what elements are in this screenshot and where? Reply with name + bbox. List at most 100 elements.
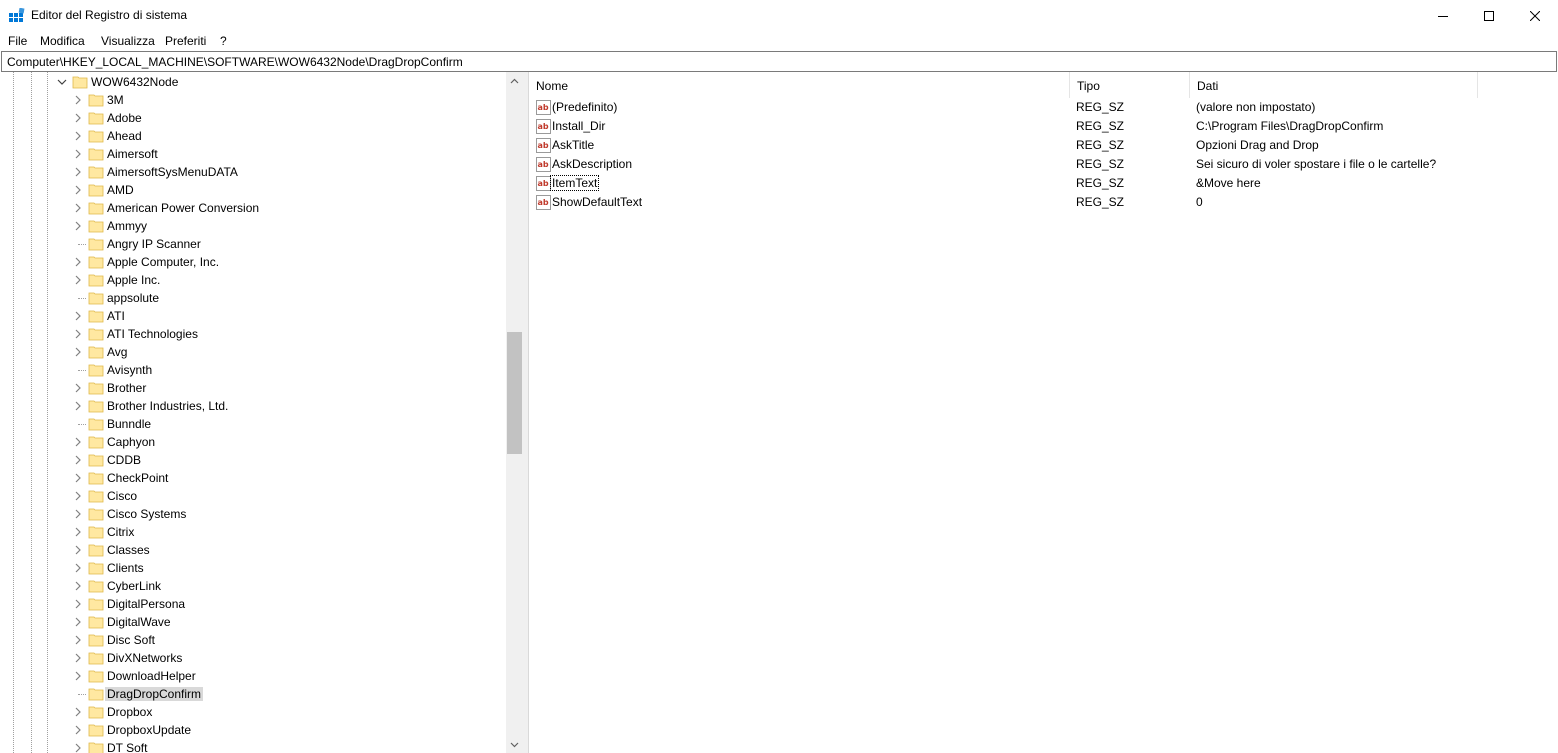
chevron-right-icon[interactable] [72,490,84,502]
column-header-name[interactable]: Nome [529,72,1070,98]
value-row[interactable]: ab ShowDefaultText REG_SZ 0 [529,193,1558,212]
column-header-data[interactable]: Dati [1190,72,1478,98]
folder-icon [88,202,104,215]
chevron-right-icon[interactable] [72,454,84,466]
chevron-right-icon[interactable] [72,256,84,268]
tree-item[interactable]: DivXNetworks [0,649,480,667]
chevron-right-icon[interactable] [72,94,84,106]
chevron-right-icon[interactable] [72,166,84,178]
chevron-right-icon[interactable] [72,382,84,394]
chevron-right-icon[interactable] [72,400,84,412]
tree-item[interactable]: Adobe [0,109,480,127]
scroll-up-button[interactable] [506,72,523,89]
tree-item[interactable]: AMD [0,181,480,199]
maximize-button[interactable] [1466,0,1512,31]
tree-item[interactable]: Ahead [0,127,480,145]
menu-visualizza[interactable]: Visualizza [101,34,155,48]
chevron-right-icon[interactable] [72,544,84,556]
chevron-right-icon[interactable] [72,130,84,142]
chevron-right-icon[interactable] [72,724,84,736]
tree-item[interactable]: Apple Computer, Inc. [0,253,480,271]
menu-preferiti[interactable]: Preferiti [165,34,206,48]
chevron-right-icon[interactable] [72,742,84,753]
tree-item[interactable]: CheckPoint [0,469,480,487]
tree-item[interactable]: AimersoftSysMenuDATA [0,163,480,181]
folder-icon [88,346,104,359]
tree-item[interactable]: Clients [0,559,480,577]
tree-item[interactable]: Brother Industries, Ltd. [0,397,480,415]
chevron-right-icon[interactable] [72,436,84,448]
chevron-right-icon[interactable] [72,328,84,340]
value-row[interactable]: ab AskTitle REG_SZ Opzioni Drag and Drop [529,136,1558,155]
tree-item[interactable]: Avg [0,343,480,361]
tree-item[interactable]: DigitalPersona [0,595,480,613]
close-button[interactable] [1512,0,1558,31]
tree-item[interactable]: ATI [0,307,480,325]
scroll-down-button[interactable] [506,736,523,753]
chevron-right-icon[interactable] [72,634,84,646]
chevron-right-icon[interactable] [72,148,84,160]
tree-item[interactable]: Ammyy [0,217,480,235]
chevron-right-icon[interactable] [72,526,84,538]
tree-item[interactable]: American Power Conversion [0,199,480,217]
tree-item[interactable]: Cisco [0,487,480,505]
chevron-right-icon[interactable] [72,706,84,718]
tree-item[interactable]: Bunndle [0,415,480,433]
chevron-right-icon[interactable] [72,346,84,358]
value-row[interactable]: ab AskDescription REG_SZ Sei sicuro di vole… [529,155,1558,174]
chevron-right-icon[interactable] [72,616,84,628]
value-row[interactable]: ab (Predefinito) REG_SZ (valore non imposta… [529,98,1558,117]
tree-item[interactable]: Angry IP Scanner [0,235,480,253]
tree-item[interactable]: CDDB [0,451,480,469]
values-list[interactable]: Nome Tipo Dati ab (Predefinito) REG_SZ (val… [528,72,1558,753]
address-bar[interactable]: Computer\HKEY_LOCAL_MACHINE\SOFTWARE\WOW… [1,51,1557,72]
tree-item[interactable]: Dropbox [0,703,480,721]
tree-item[interactable]: Avisynth [0,361,480,379]
chevron-right-icon[interactable] [72,562,84,574]
value-row[interactable]: ab Install_Dir REG_SZ C:\Program Files\Drag… [529,117,1558,136]
column-header-type[interactable]: Tipo [1070,72,1190,98]
chevron-right-icon[interactable] [72,202,84,214]
tree-item[interactable]: CyberLink [0,577,480,595]
tree-item[interactable]: Caphyon [0,433,480,451]
chevron-right-icon[interactable] [72,670,84,682]
tree-item[interactable]: Apple Inc. [0,271,480,289]
tree-item[interactable]: appsolute [0,289,480,307]
tree-item[interactable]: DownloadHelper [0,667,480,685]
tree-item[interactable]: DropboxUpdate [0,721,480,739]
value-row[interactable]: ab ItemText REG_SZ &Move here [529,174,1558,193]
tree-item[interactable]: Brother [0,379,480,397]
menu-help[interactable]: ? [220,34,227,48]
chevron-right-icon[interactable] [72,508,84,520]
chevron-right-icon[interactable] [72,310,84,322]
chevron-right-icon[interactable] [72,112,84,124]
tree-item[interactable]: Citrix [0,523,480,541]
tree-item[interactable]: Disc Soft [0,631,480,649]
tree-item[interactable]: ATI Technologies [0,325,480,343]
tree-item[interactable]: 3M [0,91,480,109]
chevron-right-icon[interactable] [72,220,84,232]
chevron-right-icon[interactable] [72,184,84,196]
tree-item[interactable]: DT Soft [0,739,480,753]
scroll-thumb[interactable] [507,332,522,454]
chevron-right-icon[interactable] [72,580,84,592]
value-type: REG_SZ [1076,100,1125,114]
chevron-down-icon[interactable] [56,76,68,88]
tree-item-wow6432node[interactable]: WOW6432Node [0,73,480,91]
key-tree[interactable]: WOW6432Node 3M Adobe Ahead Aimersoft Aimerso… [0,72,523,753]
tree-item[interactable]: Classes [0,541,480,559]
menu-file[interactable]: File [8,34,27,48]
menu-modifica[interactable]: Modifica [40,34,85,48]
tree-item[interactable]: DigitalWave [0,613,480,631]
tree-item[interactable]: DragDropConfirm [0,685,480,703]
folder-icon [88,130,104,143]
chevron-right-icon[interactable] [72,598,84,610]
chevron-right-icon[interactable] [72,652,84,664]
address-path[interactable]: Computer\HKEY_LOCAL_MACHINE\SOFTWARE\WOW… [7,55,463,69]
tree-item[interactable]: Aimersoft [0,145,480,163]
chevron-right-icon[interactable] [72,472,84,484]
chevron-right-icon[interactable] [72,274,84,286]
tree-item[interactable]: Cisco Systems [0,505,480,523]
tree-scrollbar[interactable] [506,72,523,753]
minimize-button[interactable] [1420,0,1466,31]
